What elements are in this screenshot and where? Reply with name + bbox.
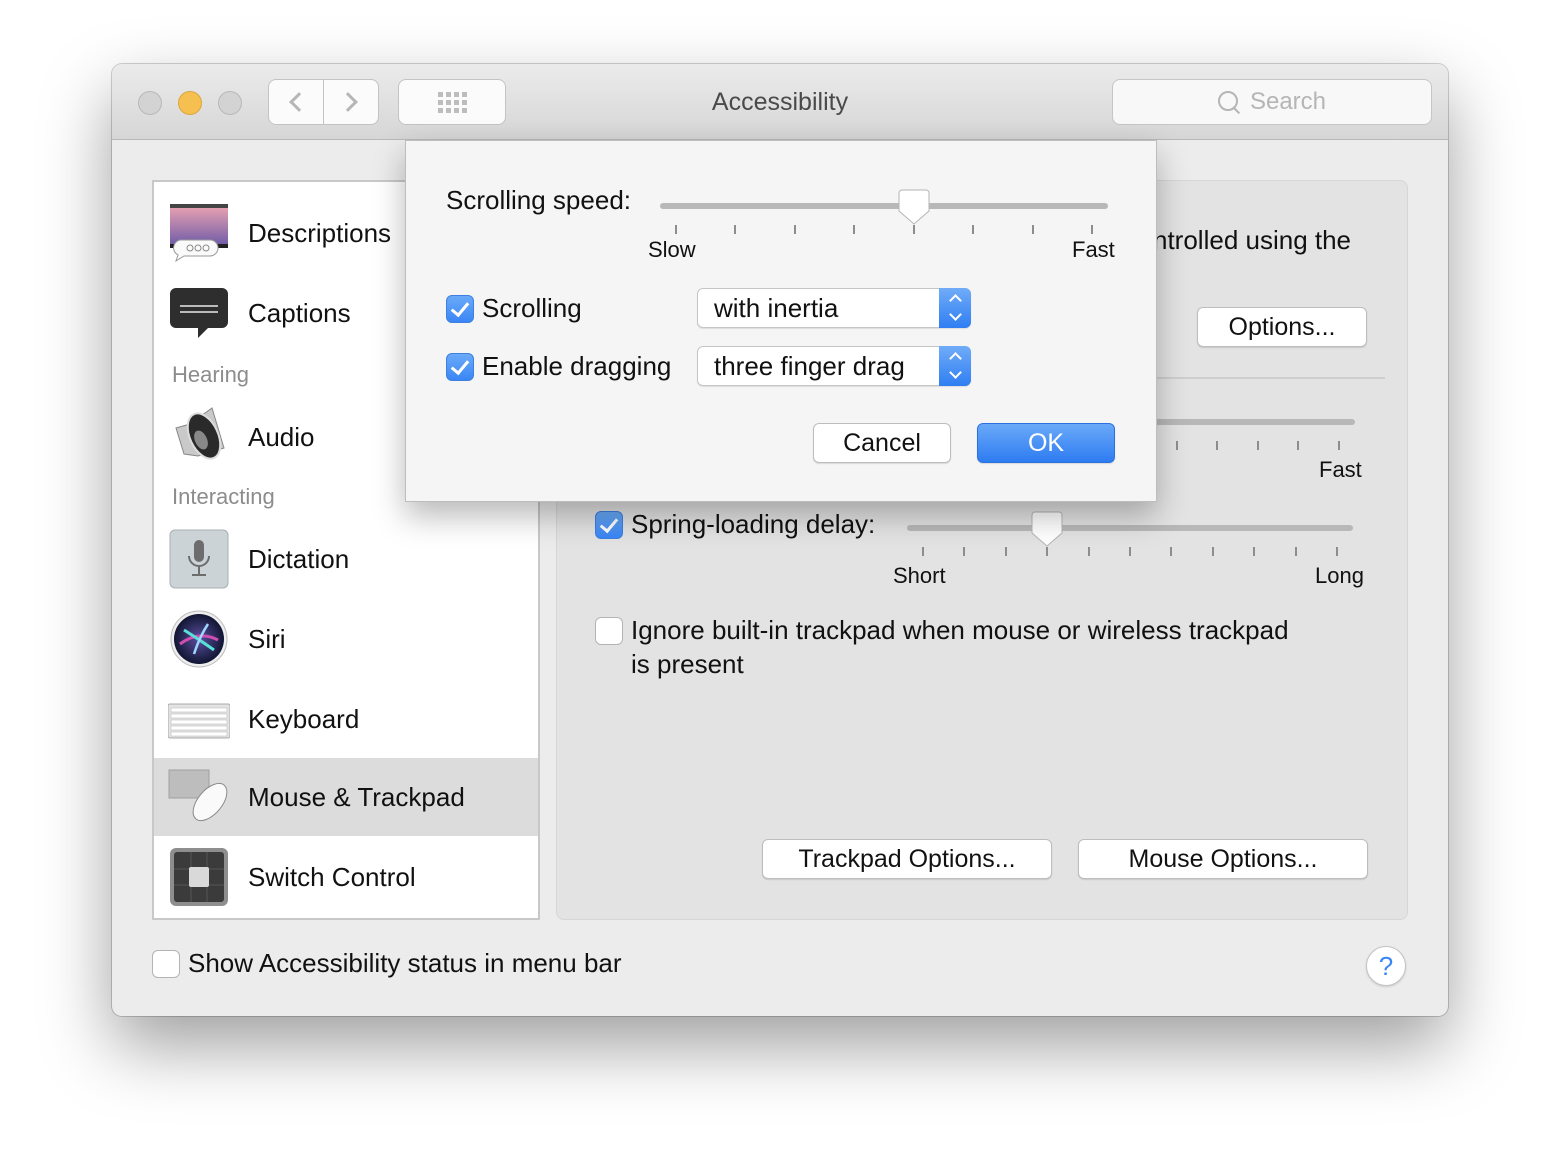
slider-tick xyxy=(853,225,856,234)
slider-tick xyxy=(1294,547,1297,556)
dragging-mode-popup[interactable]: three finger drag xyxy=(697,345,971,386)
back-button[interactable] xyxy=(268,79,324,125)
slider-tick xyxy=(1297,441,1300,450)
switch-control-icon xyxy=(170,848,228,906)
popup-value: with inertia xyxy=(714,292,839,323)
up-down-chevron-icon xyxy=(939,287,971,328)
mouse-trackpad-icon xyxy=(168,769,228,822)
slider-tick xyxy=(1129,547,1131,556)
sidebar-item-label: Captions xyxy=(248,297,351,328)
slider-min-label: Short xyxy=(893,563,946,588)
search-field[interactable]: Search xyxy=(1112,79,1432,125)
show-all-button[interactable] xyxy=(398,79,506,125)
scrolling-label: Scrolling xyxy=(482,293,582,323)
close-window-button[interactable] xyxy=(138,91,162,115)
slider-tick xyxy=(963,547,966,556)
slider-tick xyxy=(1031,225,1034,234)
chevron-left-icon xyxy=(289,92,309,112)
slider-tick xyxy=(675,225,677,234)
search-icon xyxy=(1217,91,1240,113)
spring-loading-checkbox[interactable] xyxy=(595,511,623,539)
sidebar-item-label: Descriptions xyxy=(248,217,392,248)
minimize-window-button[interactable] xyxy=(178,91,202,115)
microphone-icon xyxy=(169,529,229,589)
slider-tick xyxy=(1175,441,1178,450)
speaker-icon xyxy=(175,407,225,460)
slider-thumb[interactable] xyxy=(1031,511,1063,547)
grid-icon xyxy=(437,91,467,113)
enable-dragging-label: Enable dragging xyxy=(482,351,672,381)
description-text: ntrolled using the xyxy=(1153,225,1352,255)
captions-icon xyxy=(170,288,228,338)
scrolling-speed-label: Scrolling speed: xyxy=(446,185,631,215)
slider-tick xyxy=(972,225,975,234)
slider-tick xyxy=(1087,547,1090,556)
sidebar-item-siri[interactable]: Siri xyxy=(154,600,538,678)
ok-button[interactable]: OK xyxy=(977,423,1115,463)
ignore-trackpad-checkbox[interactable] xyxy=(595,617,623,645)
ignore-trackpad-label-cont: is present xyxy=(631,649,744,679)
scrolling-mode-popup[interactable]: with inertia xyxy=(697,287,971,328)
mouse-options-button[interactable]: Mouse Options... xyxy=(1078,839,1368,879)
options-button[interactable]: Options... xyxy=(1197,307,1367,347)
slider-tick xyxy=(1253,547,1256,556)
slider-max-label: Fast xyxy=(1319,457,1362,482)
keyboard-icon xyxy=(168,703,230,739)
sidebar-item-label: Audio xyxy=(248,421,315,452)
sidebar-item-keyboard[interactable]: Keyboard xyxy=(154,680,538,758)
cancel-button[interactable]: Cancel xyxy=(813,423,951,463)
section-header-hearing: Hearing xyxy=(172,362,250,387)
siri-icon xyxy=(170,610,228,668)
sidebar-item-dictation[interactable]: Dictation xyxy=(154,520,538,598)
slider-track[interactable] xyxy=(660,203,1108,209)
sidebar-item-label: Dictation xyxy=(248,543,350,574)
slider-tick xyxy=(734,225,737,234)
scrolling-checkbox[interactable] xyxy=(446,295,474,323)
slider-tick xyxy=(1216,441,1219,450)
help-button[interactable]: ? xyxy=(1366,946,1406,986)
trackpad-options-sheet: Scrolling speed: Slow Fast Scrolling wit… xyxy=(405,140,1157,502)
slider-tick xyxy=(922,547,924,556)
slider-tick xyxy=(1004,547,1007,556)
slider-max-label: Long xyxy=(1315,563,1364,588)
trackpad-options-button[interactable]: Trackpad Options... xyxy=(762,839,1052,879)
slider-tick xyxy=(1211,547,1214,556)
title-bar: Accessibility Search xyxy=(112,64,1448,140)
chevron-right-icon xyxy=(338,92,358,112)
slider-tick xyxy=(1091,225,1093,234)
slider-tick xyxy=(793,225,796,234)
slider-tick xyxy=(1170,547,1173,556)
up-down-chevron-icon xyxy=(939,345,971,386)
sidebar-item-mouse-trackpad[interactable]: Mouse & Trackpad xyxy=(154,758,538,836)
descriptions-icon xyxy=(170,204,228,263)
sidebar-item-switch-control[interactable]: Switch Control xyxy=(154,838,538,916)
spring-loading-slider[interactable] xyxy=(907,511,1353,567)
slider-tick xyxy=(1336,547,1338,556)
show-status-label: Show Accessibility status in menu bar xyxy=(188,948,622,978)
sidebar-item-label: Mouse & Trackpad xyxy=(248,781,465,812)
slider-min-label: Slow xyxy=(648,237,696,262)
ignore-trackpad-label: Ignore built-in trackpad when mouse or w… xyxy=(631,615,1289,645)
scrolling-speed-slider[interactable] xyxy=(660,189,1108,245)
spring-loading-label: Spring-loading delay: xyxy=(631,509,876,539)
slider-track[interactable] xyxy=(907,525,1353,531)
slider-thumb[interactable] xyxy=(898,189,930,225)
zoom-window-button[interactable] xyxy=(218,91,242,115)
slider-tick xyxy=(912,225,915,234)
sidebar-item-label: Siri xyxy=(248,623,286,654)
divider xyxy=(1117,377,1385,379)
search-placeholder: Search xyxy=(1249,88,1327,115)
slider-tick xyxy=(1338,441,1340,450)
slider-tick xyxy=(1046,547,1049,556)
sidebar-item-label: Switch Control xyxy=(248,861,416,892)
slider-max-label: Fast xyxy=(1072,237,1115,262)
slider-tick xyxy=(1256,441,1259,450)
popup-value: three finger drag xyxy=(714,350,905,381)
enable-dragging-checkbox[interactable] xyxy=(446,353,474,381)
sidebar-item-label: Keyboard xyxy=(248,703,360,734)
section-header-interacting: Interacting xyxy=(172,484,275,509)
show-status-checkbox[interactable] xyxy=(152,950,180,978)
forward-button[interactable] xyxy=(323,79,379,125)
